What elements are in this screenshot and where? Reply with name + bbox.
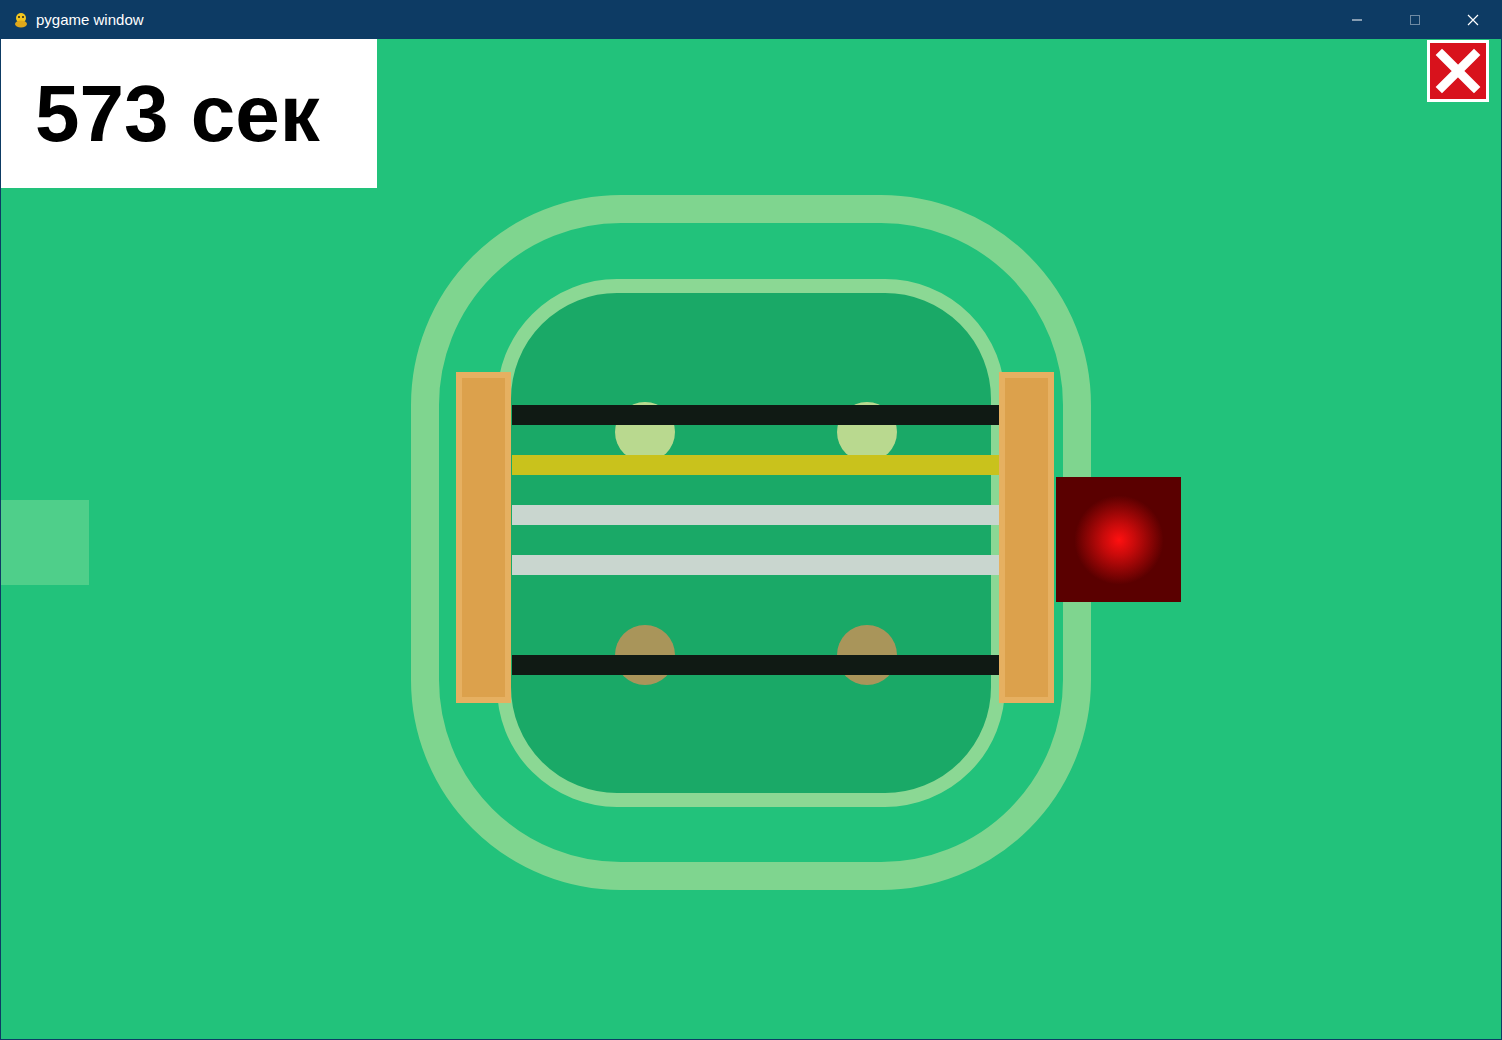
wire[interactable] bbox=[512, 405, 999, 425]
board-pad bbox=[1, 500, 89, 585]
quit-button[interactable] bbox=[1427, 40, 1489, 102]
chip-core bbox=[497, 279, 1005, 807]
cut-wire-slot bbox=[512, 605, 999, 625]
wire-list bbox=[512, 405, 999, 675]
left-terminal bbox=[456, 372, 511, 703]
wire[interactable] bbox=[512, 655, 999, 675]
maximize-icon bbox=[1409, 14, 1421, 26]
indicator-light-icon bbox=[1074, 495, 1164, 585]
title-bar: pygame window bbox=[0, 0, 1502, 39]
minimize-icon bbox=[1351, 14, 1363, 26]
window-title: pygame window bbox=[36, 11, 144, 28]
maximize-button[interactable] bbox=[1386, 0, 1444, 39]
wire[interactable] bbox=[512, 555, 999, 575]
right-terminal bbox=[999, 372, 1054, 703]
close-window-button[interactable] bbox=[1444, 0, 1502, 39]
wire[interactable] bbox=[512, 505, 999, 525]
chip-ring bbox=[411, 195, 1091, 890]
game-window: pygame window 573 сек bbox=[0, 0, 1502, 1040]
game-canvas: 573 сек bbox=[0, 39, 1502, 1040]
pygame-snake-icon bbox=[12, 11, 30, 29]
minimize-button[interactable] bbox=[1328, 0, 1386, 39]
x-icon bbox=[1430, 43, 1486, 99]
wire[interactable] bbox=[512, 455, 999, 475]
close-icon bbox=[1467, 14, 1479, 26]
timer-text: 573 сек bbox=[35, 68, 320, 160]
timer-panel: 573 сек bbox=[1, 39, 377, 188]
status-indicator bbox=[1056, 477, 1181, 602]
